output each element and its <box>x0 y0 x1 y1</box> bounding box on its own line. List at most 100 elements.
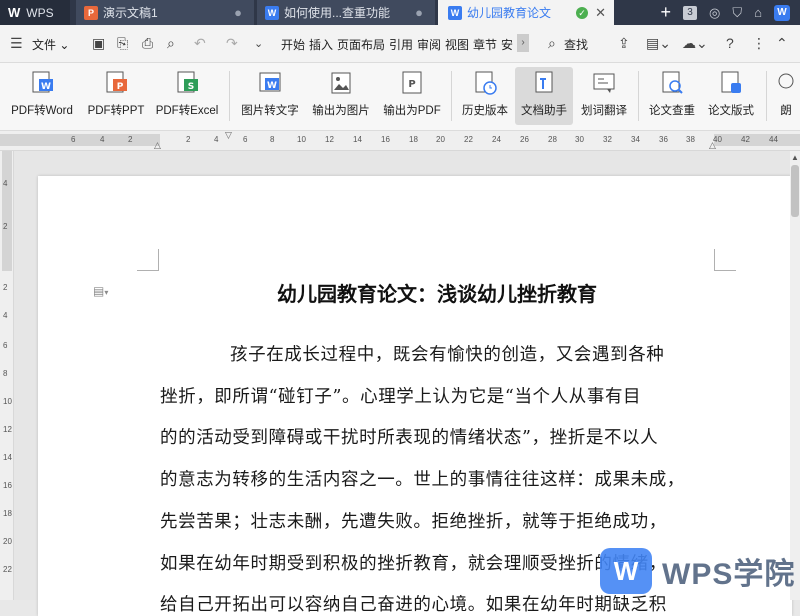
shirt-icon[interactable]: ⛉ <box>732 5 742 21</box>
ruler-tick-label: 16 <box>381 135 390 144</box>
image-to-text-button[interactable]: W 图片转文字 <box>236 67 304 125</box>
menu-tab-references[interactable]: 引用 <box>389 36 413 53</box>
left-indent-marker-icon[interactable]: △ <box>154 140 161 151</box>
cloud-icon[interactable]: ◎ <box>709 5 720 21</box>
svg-text:W: W <box>41 82 51 92</box>
file-menu[interactable]: 文件 ⌄ <box>32 36 69 53</box>
menu-tab-sections[interactable]: 章节 <box>473 36 497 53</box>
ruler-tick-label: 24 <box>492 135 501 144</box>
paragraph-line: 的的活动受到障碍或干扰时所表现的情绪状态”，挫折是不以人 <box>160 428 659 448</box>
tab-home[interactable]: W WPS <box>0 0 70 25</box>
menu-scroll-right-icon[interactable]: › <box>517 34 529 52</box>
writer-doc-icon: W <box>448 5 462 20</box>
bell-icon[interactable]: ⌂ <box>754 5 762 20</box>
menu-tab-start[interactable]: 开始 <box>281 36 305 53</box>
new-tab-icon[interactable]: + <box>661 2 672 23</box>
saved-check-icon: ✓ <box>576 6 588 19</box>
paragraph-line: 孩子在成长过程中，既会有愉快的创造，又会遇到各种 <box>230 345 665 365</box>
tab-active-document[interactable]: W 幼儿园教育论文 ✓ ✕ <box>438 0 614 25</box>
tab-dot-icon[interactable]: ● <box>234 5 242 20</box>
document-map-icon[interactable]: ▤▾ <box>93 284 108 298</box>
document-assistant-button[interactable]: 文档助手 <box>515 67 573 125</box>
tab-dot-icon[interactable]: ● <box>415 5 423 20</box>
cloud-sync-icon[interactable]: ☁⌄ <box>682 35 708 52</box>
tab-document-1[interactable]: W 如何使用...查重功能 ● <box>257 0 435 25</box>
export-icon[interactable]: ⎘ <box>117 35 128 52</box>
read-aloud-label: 朗 <box>780 105 792 117</box>
vertical-ruler[interactable]: 4 2 2 4 6 8 10 12 14 16 18 20 22 <box>0 151 14 600</box>
wps-academy-logo-icon: W <box>600 548 652 594</box>
pdf-to-excel-button[interactable]: S PDF转Excel <box>152 67 222 125</box>
menu-tab-insert[interactable]: 插入 <box>309 36 333 53</box>
wps-logo-icon: W <box>8 5 21 20</box>
more-options-icon[interactable]: ⋮ <box>752 35 766 52</box>
comment-icon[interactable]: ▤⌄ <box>646 35 671 52</box>
pdf-to-ppt-icon: P <box>102 69 130 97</box>
redo-icon[interactable]: ↷ <box>226 35 238 52</box>
scrollbar-up-arrow-icon[interactable]: ▲ <box>791 153 799 162</box>
export-pdf-label: 输出为PDF <box>383 105 441 117</box>
tab-presentation[interactable]: P 演示文稿1 ● <box>76 0 254 25</box>
window-count-badge[interactable]: 3 <box>683 5 698 20</box>
export-image-label: 输出为图片 <box>312 105 370 117</box>
plagiarism-check-button[interactable]: 论文查重 <box>643 67 701 125</box>
ruler-tick-label: 10 <box>297 135 306 144</box>
print-preview-icon[interactable]: ⌕ <box>167 35 175 52</box>
paper-format-button[interactable]: 论文版式 <box>702 67 760 125</box>
document-assistant-label: 文档助手 <box>521 105 567 117</box>
ruler-tick-label: 2 <box>128 135 133 144</box>
first-indent-marker-icon[interactable]: ▽ <box>225 130 232 141</box>
tab-home-label: WPS <box>26 5 54 20</box>
ruler-tick-label: 22 <box>464 135 473 144</box>
hamburger-menu-icon[interactable]: ☰ <box>10 35 23 52</box>
undo-icon[interactable]: ↶ <box>194 35 206 52</box>
ruler-tick-label: 8 <box>3 369 8 378</box>
ribbon-separator <box>229 71 230 121</box>
document-assistant-icon <box>530 69 558 97</box>
horizontal-ruler[interactable]: 6 4 2 2 4 6 8 10 12 14 16 18 20 22 24 26 28 30 32 34 36 38 40 4… <box>0 130 800 151</box>
pdf-to-excel-icon: S <box>173 69 201 97</box>
writer-doc-icon: W <box>265 5 279 20</box>
account-icon[interactable]: W <box>774 4 790 21</box>
pdf-to-word-label: PDF转Word <box>11 105 73 117</box>
ruler-tick-label: 10 <box>3 397 12 406</box>
vertical-scrollbar[interactable]: ▲ <box>790 151 800 600</box>
print-icon[interactable]: ⎙ <box>142 35 153 52</box>
read-aloud-button[interactable]: 朗 <box>772 67 800 125</box>
tab-active-label: 幼儿园教育论文 <box>467 6 552 20</box>
svg-text:W: W <box>267 81 277 91</box>
crop-mark-top-right <box>714 249 736 271</box>
menu-tab-layout[interactable]: 页面布局 <box>337 36 385 53</box>
save-icon[interactable]: ▣ <box>92 35 105 52</box>
ruler-tick-label: 36 <box>659 135 668 144</box>
share-icon[interactable]: ⇪ <box>618 35 630 52</box>
search-button[interactable]: 查找 <box>564 36 588 53</box>
quick-access-dropdown-icon[interactable]: ⌄ <box>254 37 263 50</box>
word-translate-button[interactable]: 划词翻译 <box>575 67 633 125</box>
paragraph-line: 给自己开拓出可以容纳自己奋进的心境。如果在幼年时期缺乏积 <box>160 595 667 615</box>
tabbar-right-controls: + 3 ◎ ⛉ ⌂ W <box>661 0 800 25</box>
close-tab-icon[interactable]: ✕ <box>595 5 606 21</box>
ruler-tick-label: 12 <box>325 135 334 144</box>
pdf-to-ppt-button[interactable]: P PDF转PPT <box>84 67 148 125</box>
scrollbar-thumb[interactable] <box>791 165 799 217</box>
ruler-tick-label: 26 <box>520 135 529 144</box>
version-history-button[interactable]: 历史版本 <box>456 67 514 125</box>
word-translate-label: 划词翻译 <box>581 105 627 117</box>
collapse-ribbon-icon[interactable]: ⌃ <box>776 35 788 52</box>
pdf-to-word-button[interactable]: W PDF转Word <box>4 67 80 125</box>
ruler-margin-left <box>0 134 160 146</box>
help-icon[interactable]: ? <box>726 35 734 51</box>
plagiarism-check-icon <box>658 69 686 97</box>
ruler-tick-label: 16 <box>3 481 12 490</box>
ribbon-separator <box>638 71 639 121</box>
menu-tab-view[interactable]: 视图 <box>445 36 469 53</box>
export-image-button[interactable]: 输出为图片 <box>306 67 376 125</box>
export-pdf-button[interactable]: P 输出为PDF <box>378 67 446 125</box>
translate-icon <box>590 69 618 97</box>
ruler-margin-top <box>2 151 12 271</box>
right-indent-marker-icon[interactable]: △ <box>709 140 716 151</box>
menu-tab-security[interactable]: 安 <box>501 36 513 53</box>
menu-tab-review[interactable]: 审阅 <box>417 36 441 53</box>
search-icon[interactable]: ⌕ <box>548 35 556 52</box>
